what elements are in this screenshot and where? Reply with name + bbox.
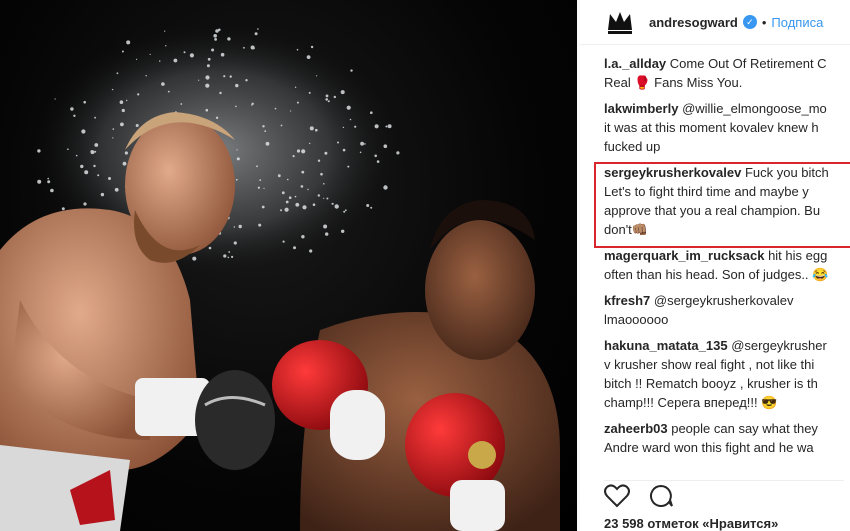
comment-item: hakuna_matata_135 @sergeykrusher v krush… xyxy=(604,336,850,412)
post-username[interactable]: andresogward xyxy=(649,15,738,30)
instagram-post-panel: andresogward ✓ • Подписа l.a._allday Com… xyxy=(580,0,850,531)
verified-badge-icon: ✓ xyxy=(742,15,757,29)
comment-username[interactable]: l.a._allday xyxy=(604,56,666,71)
comment-username[interactable]: zaheerb03 xyxy=(604,421,668,436)
likes-count[interactable]: 23 598 отметок «Нравится» xyxy=(604,516,778,531)
comment-username[interactable]: kfresh7 xyxy=(604,293,650,308)
follow-button[interactable]: Подписа xyxy=(771,15,823,30)
comments-list: l.a._allday Come Out Of Retirement C Rea… xyxy=(604,54,850,464)
comment-username[interactable]: sergeykrusherkovalev xyxy=(604,165,741,180)
boxing-photo xyxy=(0,0,577,531)
comment-item: kfresh7 @sergeykrusherkovalev lmaoooooo xyxy=(604,291,850,329)
comment-item: l.a._allday Come Out Of Retirement C Rea… xyxy=(604,54,850,92)
post-header: andresogward ✓ • Подписа xyxy=(580,0,850,45)
comment-item: magerquark_im_rucksack hit his egg often… xyxy=(604,246,850,284)
crown-logo-icon[interactable] xyxy=(604,6,636,38)
post-actions xyxy=(604,480,844,511)
comment-item: sergeykrusherkovalev Fuck you bitch Let'… xyxy=(604,163,850,239)
comment-username[interactable]: hakuna_matata_135 xyxy=(604,338,728,353)
heart-icon[interactable] xyxy=(604,484,630,508)
comment-username[interactable]: magerquark_im_rucksack xyxy=(604,248,764,263)
separator-dot: • xyxy=(761,14,767,30)
boxing-photo-illustration xyxy=(0,20,560,531)
comment-item: lakwimberly @willie_elmongoose_mo it was… xyxy=(604,99,850,156)
comment-icon[interactable] xyxy=(648,484,674,508)
comment-username[interactable]: lakwimberly xyxy=(604,101,678,116)
comment-item: zaheerb03 people can say what they Andre… xyxy=(604,419,850,457)
